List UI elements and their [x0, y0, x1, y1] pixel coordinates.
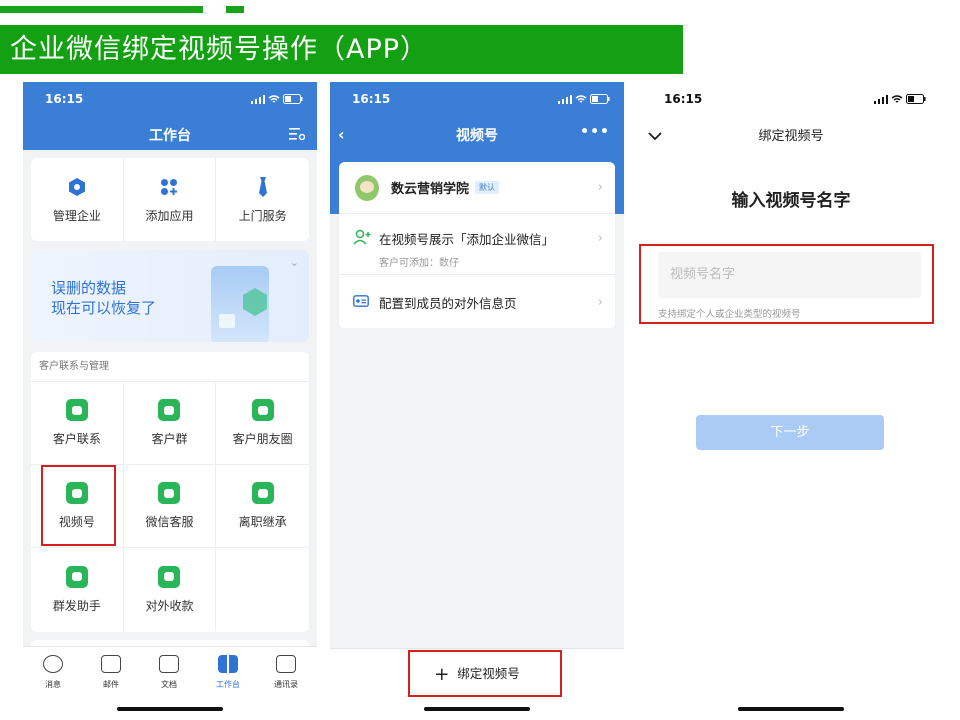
tab-bar: 消息 邮件 文档 工作台 通讯录	[23, 646, 317, 716]
app-label: 对外收款	[145, 598, 194, 613]
chevron-down-icon[interactable]: ⌄	[290, 256, 299, 269]
doc-icon	[159, 655, 179, 673]
app-label: 管理企业	[52, 208, 101, 223]
app-label: 客户群	[151, 432, 188, 446]
app-label: 客户联系	[52, 432, 101, 446]
row-title: 在视频号展示「添加企业微信」	[379, 232, 555, 247]
tab-workbench[interactable]: 工作台	[208, 655, 248, 690]
status-bar: 16:15	[23, 92, 317, 108]
app-label: 客户朋友圈	[232, 432, 293, 446]
status-icons	[558, 94, 610, 104]
status-bar: 16:15	[330, 92, 624, 108]
id-card-icon	[353, 294, 373, 310]
app-label: 添加应用	[145, 208, 194, 223]
status-time: 16:15	[352, 92, 391, 106]
home-indicator	[117, 707, 223, 711]
add-apps-icon	[158, 176, 180, 198]
status-icons	[251, 94, 303, 104]
row-subtitle: 客户可添加：数仔	[379, 258, 459, 269]
chevron-right-icon: ›	[597, 231, 603, 246]
app-label: 离职继承	[238, 515, 287, 529]
top-apps-card: 管理企业 添加应用 上门服务	[31, 158, 309, 241]
promo-line1: 误删的数据	[51, 279, 127, 297]
next-step-button[interactable]: 下一步	[696, 415, 884, 450]
app-manage-enterprise[interactable]: 管理企业	[31, 158, 124, 241]
contacts-icon	[276, 655, 296, 673]
page-title: 工作台	[149, 128, 191, 144]
tab-doc[interactable]: 文档	[149, 655, 189, 690]
app-label: 微信客服	[145, 515, 194, 529]
phone-channels: 16:15 ‹ 视频号 ••• 数云营销学院 默认 › 在视频号展示「添加企业微…	[330, 82, 624, 716]
service-icon	[158, 482, 181, 504]
header: 16:15 工作台	[23, 82, 317, 150]
settings-icon[interactable]	[289, 126, 306, 145]
app-payment[interactable]: 对外收款	[124, 548, 217, 631]
promo-banner[interactable]: 误删的数据 现在可以恢复了 ⌄	[31, 250, 309, 342]
section-title: 客户联系与管理	[31, 352, 309, 382]
tab-mail[interactable]: 邮件	[91, 655, 131, 690]
config-profile-row[interactable]: 配置到成员的对外信息页 ›	[339, 276, 615, 328]
chevron-right-icon: ›	[597, 180, 603, 195]
account-row[interactable]: 数云营销学院 默认 ›	[339, 162, 615, 214]
chevron-right-icon: ›	[597, 294, 603, 310]
tab-message[interactable]: 消息	[33, 655, 73, 690]
tab-label: 消息	[45, 680, 61, 689]
tie-icon	[252, 176, 274, 198]
status-time: 16:15	[664, 92, 703, 106]
megaphone-icon	[65, 565, 88, 588]
workbench-icon	[218, 655, 238, 673]
tab-label: 工作台	[216, 680, 240, 689]
status-icons	[874, 94, 926, 104]
phone-workbench: 16:15 工作台 管理企业 添加应用 上门服务 误删的数据 现在可以恢复了 ⌄…	[23, 82, 317, 716]
slide-title: 企业微信绑定视频号操作（APP）	[0, 25, 683, 74]
channels-card: 数云营销学院 默认 › 在视频号展示「添加企业微信」 客户可添加：数仔 › 配置…	[339, 162, 615, 328]
status-bar: 16:15	[638, 92, 944, 108]
tab-label: 通讯录	[274, 680, 298, 689]
app-group[interactable]: 客户群	[123, 382, 217, 465]
payment-icon	[158, 565, 181, 588]
app-chat[interactable]: 客户联系	[31, 382, 124, 465]
show-add-wecom-row[interactable]: 在视频号展示「添加企业微信」 客户可添加：数仔 ›	[339, 215, 615, 275]
avatar	[355, 174, 379, 201]
app-label: 上门服务	[238, 208, 287, 223]
default-badge: 默认	[475, 181, 500, 194]
account-name: 数云营销学院	[391, 182, 470, 197]
add-contact-icon	[353, 229, 373, 248]
moments-icon	[251, 399, 274, 421]
app-onsite-service[interactable]: 上门服务	[216, 158, 309, 241]
row-title: 配置到成员的对外信息页	[379, 295, 517, 311]
empty-cell	[216, 548, 309, 631]
app-megaphone[interactable]: 群发助手	[31, 548, 124, 631]
page-title: 绑定视频号	[758, 129, 824, 144]
promo-line2: 现在可以恢复了	[51, 299, 157, 317]
app-document[interactable]: 离职继承	[216, 465, 309, 548]
highlight-bind-button	[408, 650, 562, 697]
document-icon	[251, 482, 274, 504]
phone-bind-channels: 16:15 绑定视频号 输入视频号名字 视频号名字 支持绑定个人或企业类型的视频…	[638, 82, 944, 716]
mail-icon	[101, 655, 121, 673]
home-indicator	[738, 707, 844, 711]
accent-bar-small	[226, 6, 244, 13]
highlight-input-area	[639, 244, 934, 324]
tab-contacts[interactable]: 通讯录	[266, 655, 306, 690]
hexagon-icon	[66, 176, 88, 198]
app-label: 群发助手	[52, 598, 101, 613]
message-icon	[43, 655, 63, 673]
tab-label: 文档	[161, 680, 177, 689]
chat-icon	[65, 399, 88, 421]
form-heading: 输入视频号名字	[731, 191, 851, 211]
accent-bar	[0, 6, 203, 13]
more-icon[interactable]: •••	[580, 124, 610, 140]
group-icon	[158, 399, 181, 421]
app-add-app[interactable]: 添加应用	[124, 158, 217, 241]
status-time: 16:15	[45, 92, 84, 106]
promo-illustration	[211, 266, 269, 342]
home-indicator	[424, 707, 530, 711]
app-moments[interactable]: 客户朋友圈	[216, 382, 309, 465]
highlight-channels-app	[41, 465, 116, 546]
app-service[interactable]: 微信客服	[123, 465, 217, 548]
tab-label: 邮件	[103, 680, 119, 689]
